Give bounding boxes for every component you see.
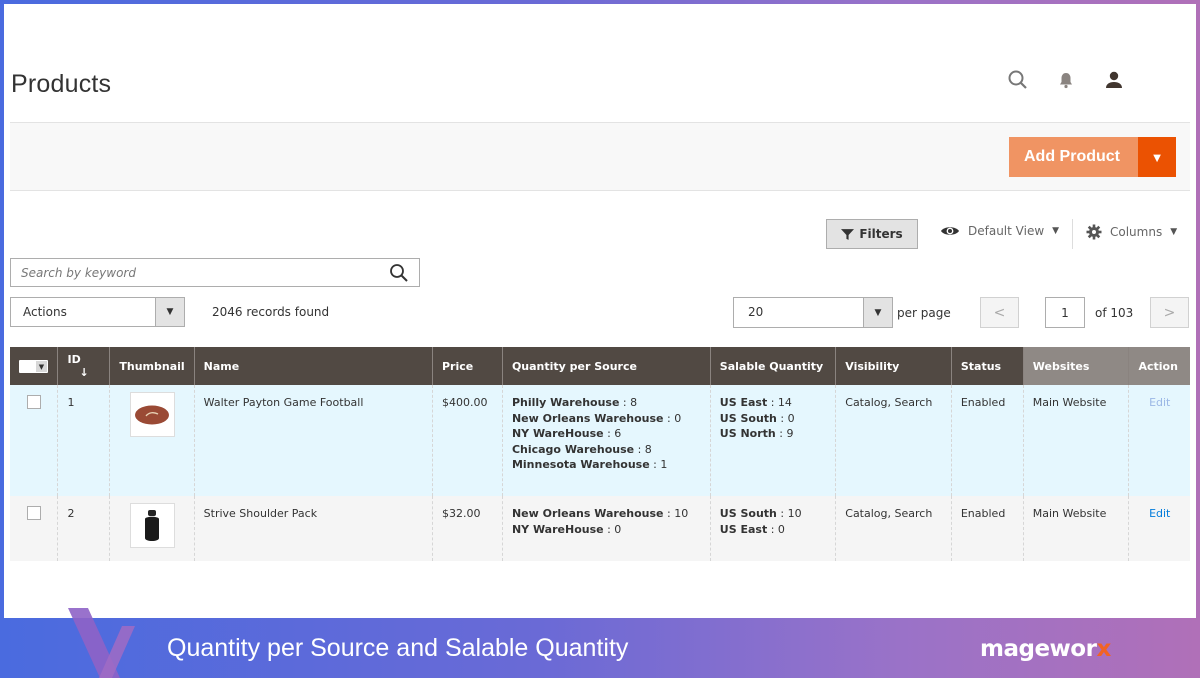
search-input[interactable] <box>21 265 389 280</box>
add-product-dropdown-toggle[interactable]: ▼ <box>1138 137 1176 177</box>
funnel-icon <box>841 228 855 240</box>
salable-qty: US North : 9 <box>719 427 794 440</box>
columns-control[interactable]: Columns ▼ <box>1086 224 1177 240</box>
football-image <box>135 405 169 424</box>
cell-quantity-per-source: New Orleans Warehouse : 10 NY WareHouse … <box>501 496 711 561</box>
cell-visibility: Catalog, Search <box>835 496 952 561</box>
edit-link[interactable]: Edit <box>1149 507 1170 520</box>
per-page-select[interactable]: 20 ▼ <box>733 297 893 328</box>
search-icon[interactable] <box>389 263 409 283</box>
product-thumbnail-football[interactable] <box>129 392 175 437</box>
caret-down-icon: ▼ <box>863 298 892 327</box>
bell-icon[interactable] <box>1054 68 1078 92</box>
add-product-label[interactable]: Add Product <box>1009 137 1138 177</box>
per-page-label: per page <box>897 306 951 320</box>
cell-price: $400.00 <box>432 385 503 496</box>
cell-name: Walter Payton Game Football <box>193 385 433 496</box>
table-row[interactable]: 2 Strive Shoulder Pack $32.00 New Orlean… <box>10 496 1190 561</box>
banner-caption: Quantity per Source and Salable Quantity <box>167 634 629 662</box>
source-qty: Minnesota Warehouse : 1 <box>511 458 668 471</box>
salable-qty: US East : 0 <box>719 522 785 536</box>
gear-icon <box>1086 224 1102 240</box>
mageworx-x-mark-icon <box>68 608 135 678</box>
column-header-name[interactable]: Name <box>193 347 433 385</box>
caret-down-icon: ▼ <box>1052 226 1060 236</box>
eye-icon <box>941 227 959 235</box>
products-grid: ▼ ID ↓ Thumbnail Name Price Quantity per… <box>10 347 1190 561</box>
mass-select-checkbox[interactable]: ▼ <box>19 360 48 374</box>
keyword-search <box>10 258 420 287</box>
salable-qty: US East : 14 <box>719 396 792 409</box>
prev-page-button[interactable]: < <box>980 297 1019 328</box>
edit-link[interactable]: Edit <box>1149 396 1170 409</box>
page-title: Products <box>11 70 112 98</box>
salable-qty: US South : 10 <box>719 507 802 520</box>
column-header-visibility[interactable]: Visibility <box>835 347 952 385</box>
view-label: Default View <box>968 224 1045 238</box>
toolbar-divider <box>1072 219 1073 249</box>
actions-label: Actions <box>23 305 67 319</box>
column-header-websites[interactable]: Websites <box>1022 347 1129 385</box>
header-actions <box>1006 68 1126 92</box>
records-count: 2046 records found <box>212 305 330 319</box>
chevron-right-icon: > <box>1163 304 1176 321</box>
page-number-input[interactable] <box>1045 297 1085 328</box>
cell-websites: Main Website <box>1022 385 1129 496</box>
mageworx-logo: mageworx <box>980 636 1111 662</box>
caret-down-icon: ▼ <box>36 361 47 373</box>
column-header-quantity-per-source[interactable]: Quantity per Source <box>501 347 711 385</box>
sort-arrow-down-icon: ↓ <box>79 366 89 379</box>
source-qty: Philly Warehouse : 8 <box>511 396 638 409</box>
column-header-thumbnail[interactable]: Thumbnail <box>109 347 195 385</box>
search-icon[interactable] <box>1006 68 1030 92</box>
source-qty: New Orleans Warehouse : 0 <box>511 411 682 425</box>
grid-header-row: ▼ ID ↓ Thumbnail Name Price Quantity per… <box>10 347 1190 385</box>
shoulder-pack-image <box>145 509 159 541</box>
salable-qty: US South : 0 <box>719 411 795 425</box>
cell-websites: Main Website <box>1022 496 1129 561</box>
view-switcher[interactable]: Default View ▼ <box>940 224 1059 238</box>
add-product-button[interactable]: Add Product ▼ <box>1009 137 1176 177</box>
column-header-salable-quantity[interactable]: Salable Quantity <box>709 347 836 385</box>
table-row[interactable]: 1 Walter Payton Game Football $400.00 Ph… <box>10 385 1190 496</box>
caret-down-icon: ▼ <box>1170 227 1178 237</box>
caret-down-icon: ▼ <box>155 298 184 326</box>
column-header-status[interactable]: Status <box>950 347 1024 385</box>
caret-down-icon: ▼ <box>1150 149 1164 165</box>
product-thumbnail-shoulder-pack[interactable] <box>129 503 175 548</box>
cell-salable-quantity: US East : 14 US South : 0 US North : 9 <box>709 385 836 496</box>
cell-price: $32.00 <box>432 496 503 561</box>
per-page-value: 20 <box>748 305 764 319</box>
source-qty: NY WareHouse : 0 <box>511 522 622 536</box>
cell-status: Enabled <box>950 385 1024 496</box>
mass-select-header[interactable]: ▼ <box>10 347 58 385</box>
page-actions-bar: Add Product ▼ <box>10 122 1190 191</box>
chevron-left-icon: < <box>993 304 1006 321</box>
mass-actions-select[interactable]: Actions ▼ <box>10 297 185 327</box>
cell-id: 1 <box>57 385 110 496</box>
column-header-price[interactable]: Price <box>432 347 503 385</box>
cell-visibility: Catalog, Search <box>835 385 952 496</box>
cell-thumbnail <box>109 496 195 561</box>
cell-salable-quantity: US South : 10 US East : 0 <box>709 496 836 561</box>
column-header-action: Action <box>1128 347 1190 385</box>
cell-status: Enabled <box>950 496 1024 561</box>
cell-thumbnail <box>109 385 195 496</box>
filters-button[interactable]: Filters <box>826 219 918 249</box>
cell-quantity-per-source: Philly Warehouse : 8 New Orleans Warehou… <box>501 385 711 496</box>
columns-label: Columns <box>1110 225 1163 239</box>
source-qty: New Orleans Warehouse : 10 <box>511 507 689 520</box>
cell-name: Strive Shoulder Pack <box>193 496 433 561</box>
filters-label: Filters <box>859 227 903 241</box>
next-page-button[interactable]: > <box>1150 297 1189 328</box>
row-checkbox[interactable] <box>27 506 41 520</box>
source-qty: Chicago Warehouse : 8 <box>511 442 652 456</box>
row-checkbox[interactable] <box>27 395 41 409</box>
user-icon[interactable] <box>1102 68 1126 92</box>
column-header-id[interactable]: ID ↓ <box>57 347 110 385</box>
cell-id: 2 <box>57 496 110 561</box>
source-qty: NY WareHouse : 6 <box>511 427 622 440</box>
admin-frame: Products Add Product ▼ Filters Default V… <box>4 4 1196 618</box>
total-pages: of 103 <box>1095 306 1134 320</box>
